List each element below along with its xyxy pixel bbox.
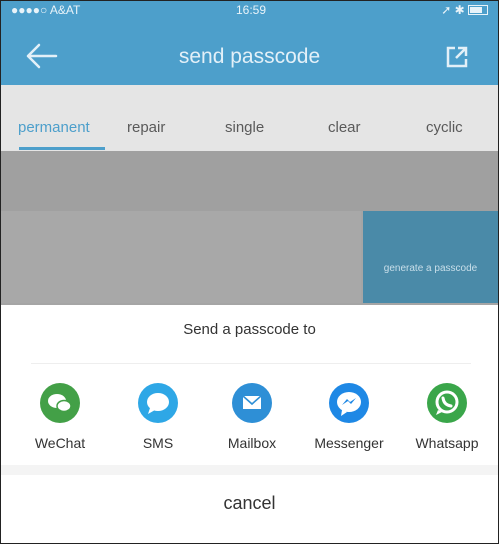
cancel-row: cancel bbox=[1, 475, 498, 543]
battery-icon bbox=[468, 5, 488, 15]
mail-icon bbox=[232, 383, 272, 423]
messenger-icon bbox=[329, 383, 369, 423]
share-option-label: WeChat bbox=[34, 435, 86, 451]
page-title: send passcode bbox=[178, 45, 321, 68]
share-sheet: Send a passcode to WeChat SMS Mailbox Me… bbox=[1, 305, 498, 543]
share-option-wechat[interactable]: WeChat bbox=[15, 383, 105, 451]
share-option-label: Whatsapp bbox=[415, 435, 479, 451]
share-option-label: Mailbox bbox=[227, 435, 277, 451]
share-option-mailbox[interactable]: Mailbox bbox=[207, 383, 297, 451]
active-tab-indicator bbox=[19, 147, 105, 150]
tab-cyclic[interactable]: cyclic bbox=[426, 119, 463, 136]
share-option-messenger[interactable]: Messenger bbox=[304, 383, 394, 451]
status-bar: ●●●●○ A&AT 16:59 ➚ ✱ bbox=[1, 1, 498, 19]
wechat-icon bbox=[40, 383, 80, 423]
status-time: 16:59 bbox=[236, 3, 267, 17]
divider bbox=[31, 363, 471, 364]
nav-bar: send passcode bbox=[1, 19, 498, 85]
status-icons: ➚ ✱ bbox=[441, 3, 488, 17]
share-option-label: Messenger bbox=[314, 435, 384, 451]
location-icon: ➚ bbox=[441, 3, 452, 17]
share-sheet-title: Send a passcode to bbox=[183, 321, 316, 338]
tab-bar: permanent repair single clear cyclic bbox=[1, 85, 498, 151]
cancel-button[interactable]: cancel bbox=[1, 493, 498, 514]
share-icon[interactable] bbox=[445, 45, 469, 69]
carrier-signal: ●●●●○ A&AT bbox=[11, 3, 81, 17]
dimmed-content bbox=[1, 151, 498, 211]
share-option-label: SMS bbox=[142, 435, 174, 451]
tab-repair[interactable]: repair bbox=[127, 119, 165, 136]
generate-passcode-button[interactable]: generate a passcode bbox=[363, 211, 498, 303]
sms-icon bbox=[138, 383, 178, 423]
whatsapp-icon bbox=[427, 383, 467, 423]
share-option-whatsapp[interactable]: Whatsapp bbox=[402, 383, 492, 451]
share-options-panel: Send a passcode to WeChat SMS Mailbox Me… bbox=[1, 305, 498, 465]
tab-permanent[interactable]: permanent bbox=[18, 119, 90, 136]
tab-clear[interactable]: clear bbox=[328, 119, 361, 136]
dimmed-content-lower bbox=[1, 211, 361, 303]
share-option-sms[interactable]: SMS bbox=[113, 383, 203, 451]
tab-single[interactable]: single bbox=[225, 119, 264, 136]
bluetooth-icon: ✱ bbox=[454, 3, 465, 17]
phone-screen: ●●●●○ A&AT 16:59 ➚ ✱ send passcode perma… bbox=[0, 0, 499, 544]
